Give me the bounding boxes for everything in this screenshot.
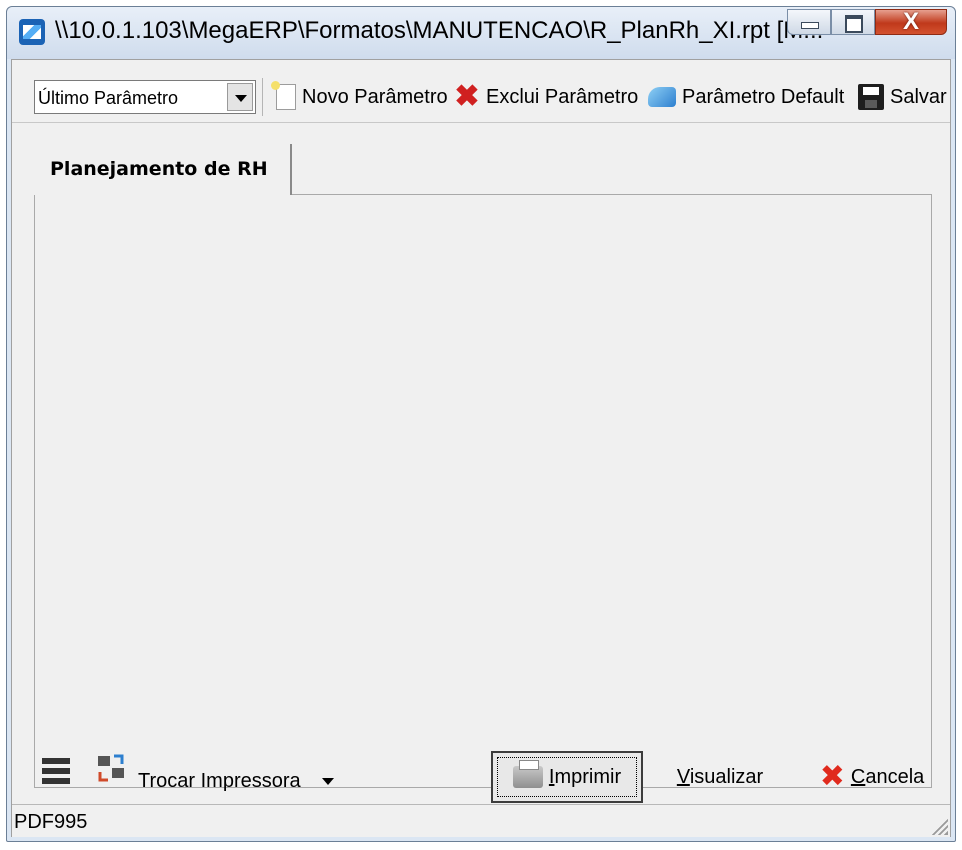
close-icon: X <box>902 8 919 35</box>
delete-icon: ✖ <box>454 80 480 113</box>
close-button[interactable]: X <box>875 8 947 35</box>
toolbar-separator <box>262 78 263 116</box>
resize-grip-icon[interactable] <box>930 817 948 835</box>
tab-panel <box>34 194 932 788</box>
chevron-down-icon[interactable] <box>227 83 253 111</box>
save-label: Salvar <box>890 85 947 108</box>
minimize-button[interactable] <box>787 9 831 35</box>
printer-settings-icon[interactable] <box>42 750 72 786</box>
minimize-icon <box>801 22 819 29</box>
delete-parameter-label: Exclui Parâmetro <box>486 85 639 108</box>
maximize-icon <box>845 15 863 33</box>
save-disk-icon <box>858 84 884 110</box>
toolbar: Último Parâmetro Novo Parâmetro ✖ Exclui… <box>12 60 950 123</box>
parameter-select-value: Último Parâmetro <box>38 88 179 108</box>
window-controls: X <box>787 8 947 39</box>
cancel-label: Cancela <box>850 765 925 788</box>
print-button[interactable]: Imprimir <box>491 751 643 803</box>
maximize-button[interactable] <box>831 9 875 35</box>
new-document-icon <box>271 81 296 110</box>
print-label: Imprimir <box>548 765 622 788</box>
save-button[interactable]: Salvar <box>858 82 947 112</box>
change-printer-button[interactable]: Trocar Impressora <box>138 770 301 793</box>
print-icon <box>512 760 543 788</box>
default-parameter-label: Parâmetro Default <box>682 85 845 108</box>
window-title: \\10.0.1.103\MegaERP\Formatos\MANUTENCAO… <box>55 17 824 44</box>
status-printer: PDF995 <box>14 811 88 833</box>
tab-planejamento-rh[interactable]: Planejamento de RH <box>34 144 292 195</box>
title-bar[interactable]: \\10.0.1.103\MegaERP\Formatos\MANUTENCAO… <box>7 7 955 59</box>
default-icon <box>648 87 676 107</box>
report-parameters-window: \\10.0.1.103\MegaERP\Formatos\MANUTENCAO… <box>6 6 956 842</box>
cancel-x-icon: ✖ <box>819 759 845 794</box>
swap-printer-icon[interactable] <box>96 750 126 786</box>
status-bar: PDF995 <box>12 804 950 837</box>
new-parameter-button[interactable]: Novo Parâmetro <box>271 81 448 112</box>
preview-label: Visualizar <box>676 765 764 788</box>
default-parameter-button[interactable]: Parâmetro Default <box>648 82 844 112</box>
change-printer-dropdown-icon[interactable] <box>322 778 334 785</box>
cancel-button[interactable]: ✖ Cancela <box>802 754 942 800</box>
parameter-select[interactable]: Último Parâmetro <box>34 80 256 114</box>
new-parameter-label: Novo Parâmetro <box>302 85 448 108</box>
preview-button[interactable]: Visualizar <box>660 754 780 800</box>
delete-parameter-button[interactable]: ✖ Exclui Parâmetro <box>454 82 638 112</box>
app-icon[interactable] <box>19 19 45 45</box>
tab-label: Planejamento de RH <box>50 158 268 180</box>
client-area: Último Parâmetro Novo Parâmetro ✖ Exclui… <box>11 59 951 837</box>
